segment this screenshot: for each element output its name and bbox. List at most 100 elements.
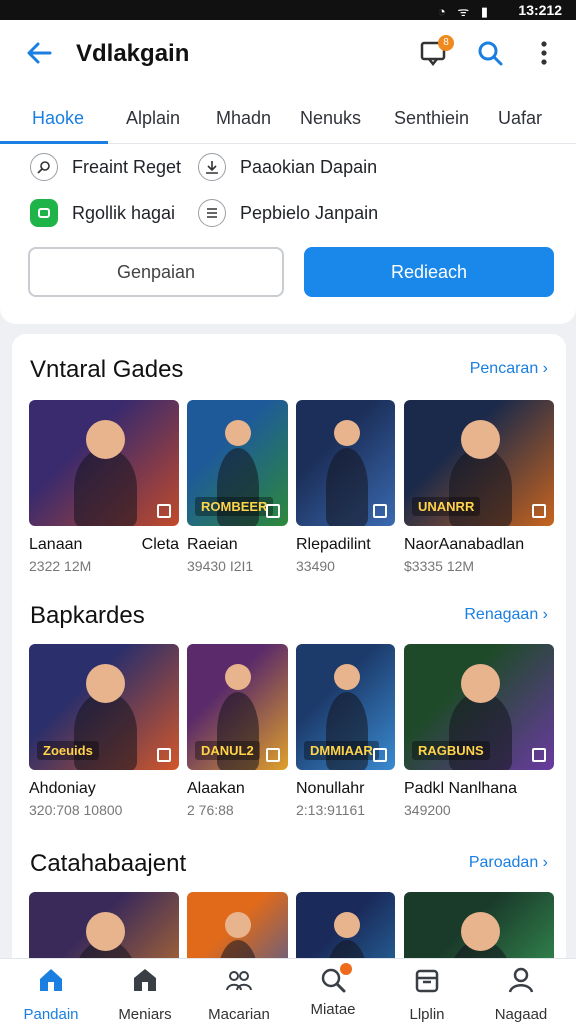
section-more-link[interactable]: Paroadan ›	[469, 854, 548, 872]
notifications-button[interactable]: 8	[418, 35, 454, 69]
top-panel: Vdlakgain 8 Haoke Alplain Mhadn Nenuks S…	[0, 20, 576, 324]
secondary-button[interactable]: Genpaian	[28, 247, 284, 297]
section-more-link[interactable]: Renagaan ›	[464, 606, 548, 624]
section-title: Bapkardes	[30, 602, 145, 629]
nav-label: Macarian	[208, 1006, 270, 1023]
corner-icon	[157, 748, 171, 762]
game-thumbnail: ROMBEER	[187, 400, 288, 526]
game-size: $3335 12M	[404, 558, 475, 574]
game-size: 2322 12M	[29, 558, 92, 574]
option-label: Pepbielo Janpain	[240, 202, 379, 223]
character-head	[86, 664, 125, 703]
corner-icon	[266, 748, 280, 762]
game-name: Nonullahr	[296, 780, 365, 797]
status-icons: ◔ ᯤ ▮	[437, 4, 492, 19]
character-figure	[74, 448, 137, 526]
game-size: 320:708 10800	[29, 802, 123, 818]
game-thumbnail: RAGBUNS	[404, 644, 554, 770]
more-menu-icon[interactable]	[528, 37, 560, 69]
game-name: NaorAanabadlan	[404, 536, 525, 553]
option-pepbielo-janpain[interactable]: Pepbielo Janpain	[198, 197, 378, 229]
game-size: 39430 I2I1	[187, 558, 254, 574]
nav-badge	[340, 963, 352, 975]
character-head	[461, 664, 500, 703]
tab-nenuks[interactable]: Nenuks	[300, 108, 361, 129]
nav-label: Meniars	[118, 1006, 172, 1023]
option-label: Rgollik hagai	[72, 202, 176, 223]
game-logo-text: Zoeuids	[37, 741, 99, 760]
game-size: 33490	[296, 558, 335, 574]
tab-alplain[interactable]: Alplain	[126, 108, 180, 129]
nav-label: Nagaad	[494, 1006, 548, 1023]
character-head	[461, 420, 500, 459]
game-thumbnail: DANUL2	[187, 644, 288, 770]
nav-label: Llplin	[409, 1006, 445, 1023]
game-thumbnail: Zoeuids	[29, 644, 179, 770]
character-head	[334, 664, 360, 690]
search-icon	[30, 153, 58, 181]
tab-mhadn[interactable]: Mhadn	[216, 108, 271, 129]
search-icon[interactable]	[474, 37, 506, 69]
app-bar: Vdlakgain 8	[0, 20, 576, 88]
nav-item-miatae[interactable]: Miatae	[285, 963, 381, 1018]
tab-haoke[interactable]: Haoke	[32, 108, 84, 129]
corner-icon	[266, 504, 280, 518]
tab-uafar[interactable]: Uafar	[498, 108, 542, 129]
option-paaokian-dapain[interactable]: Paaokian Dapain	[198, 151, 377, 183]
game-card[interactable]: DANUL2 Alaakan 2 76:88	[187, 644, 288, 818]
chat-icon	[30, 199, 58, 227]
character-head	[334, 420, 360, 446]
game-logo-text: ROMBEER	[195, 497, 274, 516]
tab-senthiein[interactable]: Senthiein	[394, 108, 469, 129]
status-time: 13:212	[518, 2, 562, 18]
game-name: Padkl Nanlhana	[404, 780, 517, 797]
search-nav-icon	[318, 963, 352, 995]
bag-icon	[415, 969, 439, 993]
game-card[interactable]: DMMIAAR Nonullahr 2:13:91161	[296, 644, 395, 818]
user-icon	[508, 967, 534, 993]
game-card[interactable]: Lanaan Cleta 2322 12M	[29, 400, 179, 574]
game-size: 2 76:88	[187, 802, 234, 818]
download-icon	[198, 153, 226, 181]
section-title: Vntaral Gades	[30, 356, 184, 383]
game-name: Alaakan	[187, 780, 245, 797]
game-logo-text: DMMIAAR	[304, 741, 379, 760]
game-name: Raeian	[187, 536, 238, 553]
tab-bar: Haoke Alplain Mhadn Nenuks Senthiein Uaf…	[0, 98, 576, 144]
game-card[interactable]: UNANRR NaorAanabadlan $3335 12M	[404, 400, 554, 574]
character-head	[86, 912, 125, 951]
character-figure	[326, 448, 368, 526]
character-head	[334, 912, 360, 938]
store-icon	[134, 969, 156, 991]
nav-item-macarian[interactable]: Macarian	[191, 965, 287, 1023]
nav-item-pandain[interactable]: Pandain	[3, 965, 99, 1023]
game-thumbnail	[29, 400, 179, 526]
nav-item-meniars[interactable]: Meniars	[97, 965, 193, 1023]
character-head	[225, 912, 251, 938]
status-bar: ◔ ᯤ ▮ 13:212	[0, 0, 576, 20]
back-arrow-icon[interactable]	[24, 38, 54, 68]
nav-item-llplin[interactable]: Llplin	[379, 965, 475, 1023]
games-content: Vntaral Gades Pencaran › Lanaan Cleta 232…	[12, 334, 566, 974]
game-card[interactable]: Zoeuids Ahdoniay 320:708 10800	[29, 644, 179, 818]
nav-item-nagaad[interactable]: Nagaad	[473, 965, 569, 1023]
game-size: 2:13:91161	[296, 802, 366, 818]
active-tab-indicator	[0, 141, 108, 144]
nav-label: Pandain	[23, 1006, 79, 1023]
game-card[interactable]: ROMBEER Raeian 39430 I2I1	[187, 400, 288, 574]
bottom-nav: Pandain Meniars Macarian Miatae Llplin N…	[0, 958, 576, 1024]
page-title: Vdlakgain	[76, 40, 190, 67]
corner-icon	[532, 504, 546, 518]
game-name: Rlepadilint	[296, 536, 371, 553]
game-name: Lanaan Cleta	[29, 536, 179, 553]
section-title: Catahabaajent	[30, 850, 187, 877]
game-card[interactable]: Rlepadilint 33490	[296, 400, 395, 574]
corner-icon	[157, 504, 171, 518]
section-more-link[interactable]: Pencaran ›	[470, 360, 548, 378]
character-head	[225, 420, 251, 446]
primary-button[interactable]: Redieach	[304, 247, 554, 297]
option-rgollik-hagai[interactable]: Rgollik hagai	[30, 197, 175, 229]
game-card[interactable]: RAGBUNS Padkl Nanlhana 349200	[404, 644, 554, 818]
option-freaint-reget[interactable]: Freaint Reget	[30, 151, 181, 183]
game-thumbnail	[296, 400, 395, 526]
